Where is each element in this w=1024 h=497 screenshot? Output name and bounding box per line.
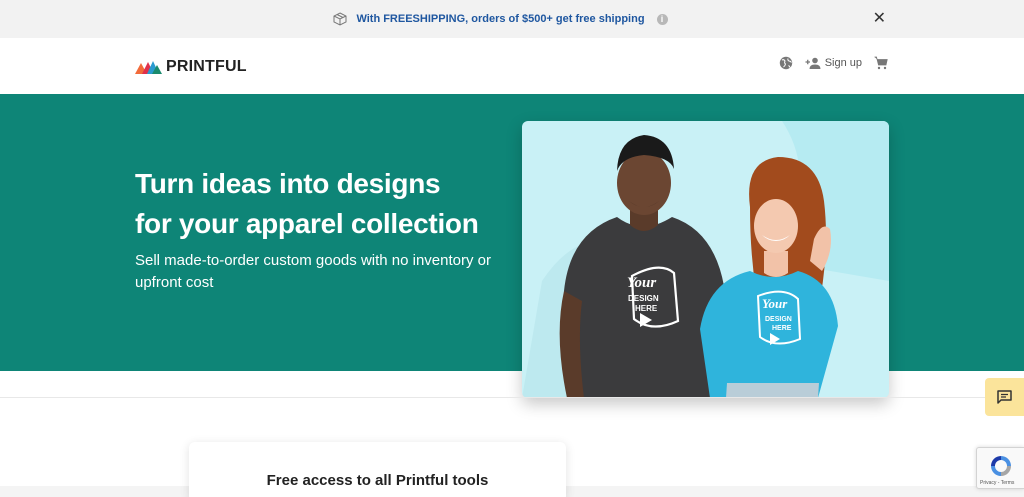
hero-image: Your DESIGN HERE Your DESIGN HERE [522,121,889,398]
add-person-icon [805,57,821,69]
recaptcha-icon [991,456,1011,476]
logo-text: PRINTFUL [166,58,247,75]
header-actions: Sign up [779,56,888,70]
shirt-text-design: DESIGN [628,294,659,303]
cart-icon[interactable] [874,56,888,70]
box-icon [333,12,347,26]
tools-card: Free access to all Printful tools [189,442,566,497]
close-icon[interactable]: ✕ [873,11,886,27]
logo-mark-icon [135,61,162,74]
logo[interactable]: PRINTFUL [135,58,247,76]
chat-icon [997,390,1012,404]
hero-title-line1: Turn ideas into designs [135,168,441,199]
signup-button[interactable]: Sign up [805,57,862,69]
site-header: PRINTFUL Sign up [0,38,1024,94]
shirt-text-your: Your [627,275,656,291]
recaptcha-text[interactable]: Privacy - Terms [980,480,1014,486]
recaptcha-badge[interactable]: Privacy - Terms [976,447,1024,489]
hero-subtitle: Sell made-to-order custom goods with no … [135,252,492,291]
promo-bar: With FREESHIPPING, orders of $500+ get f… [0,0,1024,38]
chat-button[interactable] [985,378,1024,416]
man-figure: Your DESIGN HERE [559,135,724,398]
shirt2-text-here: HERE [772,325,792,332]
signup-label: Sign up [824,57,862,69]
section-divider [0,397,1024,398]
hero-title: Turn ideas into designs for your apparel… [135,164,515,244]
globe-icon[interactable] [779,56,793,70]
tools-card-title: Free access to all Printful tools [266,472,489,489]
hero-image-illustration: Your DESIGN HERE Your DESIGN HERE [522,121,889,398]
shirt2-text-your: Your [762,296,788,311]
info-icon[interactable]: i [656,13,668,25]
shirt-text-here: HERE [635,304,658,313]
promo-text: With FREESHIPPING, orders of $500+ get f… [356,13,645,25]
promo-content: With FREESHIPPING, orders of $500+ get f… [332,12,668,26]
shirt2-text-design: DESIGN [765,316,792,323]
hero-title-line2: for your apparel collection [135,208,479,239]
